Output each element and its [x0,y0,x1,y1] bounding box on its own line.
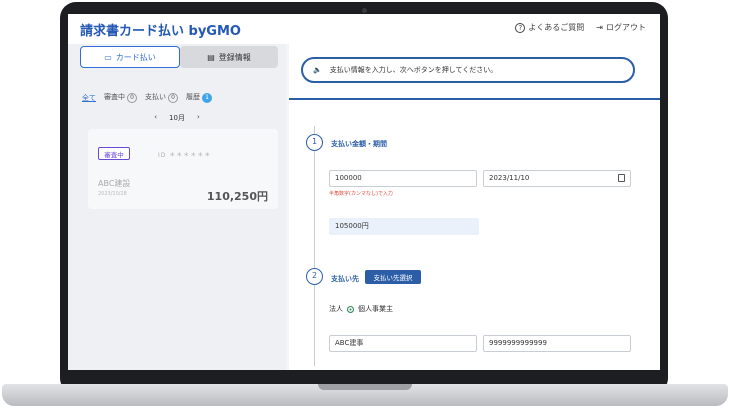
logout-icon: ⇥ [596,23,603,32]
instruction-banner: 🔈 支払い情報を入力し、次へボタンを押してください。 [301,57,635,83]
filter-payment[interactable]: 支払い 0 [145,92,178,103]
filter-review[interactable]: 審査中 0 [104,92,137,103]
camera-dot [362,8,367,13]
amount-input[interactable]: 100000 [329,170,477,187]
left-panel: ▭ カード払い ▤ 登録情報 全て 審査中 0 支払い 0 履歴 1 ‹ 10月 › [68,44,286,370]
tab-card-payment[interactable]: ▭ カード払い [80,46,180,68]
month-selector: ‹ 10月 › [68,113,286,123]
header-links: ? よくあるご質問 ⇥ ログアウト [515,22,646,33]
section-title-amount: 支払い金額・期間 [331,140,387,148]
step-number-1: 1 [306,134,323,151]
app-header: 請求書カード払い byGMO ? よくあるご質問 ⇥ ログアウト [68,14,660,44]
invoice-id: ID ＊＊＊＊＊＊ [158,152,212,159]
radio-label-sole-proprietor[interactable]: 個人事業主 [358,304,393,314]
main-panel: 🔈 支払い情報を入力し、次へボタンを押してください。 1 支払い金額・期間 10… [289,44,660,370]
clipboard-icon: ▤ [207,52,215,62]
next-month-icon[interactable]: › [197,113,200,123]
laptop-mockup: 請求書カード払い byGMO ? よくあるご質問 ⇥ ログアウト ▭ カード払い [0,0,730,412]
radio-label-corporate[interactable]: 法人 [329,304,343,314]
faq-label: よくあるご質問 [528,23,585,32]
logout-link[interactable]: ⇥ ログアウト [596,22,646,33]
corporate-number-input[interactable]: 9999999999999 [483,335,631,352]
select-payee-button[interactable]: 支払い先選択 [365,270,421,284]
amount-note: 半角数字(カンマなし)で入力 [329,191,393,197]
step-connector [314,126,315,366]
payee-name: ABC建設 [98,179,131,188]
tab-label: カード払い [115,52,156,62]
status-filters: 全て 審査中 0 支払い 0 履歴 1 [82,92,212,103]
step-number-2: 2 [306,268,323,285]
calendar-icon[interactable] [618,174,625,182]
prev-month-icon[interactable]: ‹ [154,113,157,123]
payee-type-radios: 法人 個人事業主 [329,304,393,314]
laptop-notch [318,384,412,390]
date-input[interactable]: 2023/11/10 [483,170,631,187]
payment-form: 1 支払い金額・期間 100000 半角数字(カンマなし)で入力 2023/11… [289,100,660,370]
section-title-payee: 支払い先 [331,275,359,283]
brand-title: 請求書カード払い byGMO [80,24,241,39]
total-amount-field: 105000円 [329,218,479,235]
speaker-icon: 🔈 [313,66,322,74]
logout-label: ログアウト [606,23,646,32]
date-value: 2023/11/10 [489,174,530,182]
tab-registration[interactable]: ▤ 登録情報 [180,46,278,68]
tab-bar: ▭ カード払い ▤ 登録情報 [80,46,278,68]
faq-link[interactable]: ? よくあるご質問 [515,22,584,33]
radio-button-selected[interactable] [347,305,354,313]
banner-text: 支払い情報を入力し、次へボタンを押してください。 [329,66,498,74]
status-badge: 審査中 [98,147,130,160]
banner-area: 🔈 支払い情報を入力し、次へボタンを押してください。 [289,44,660,98]
tab-label: 登録情報 [218,52,251,62]
app-screen: 請求書カード払い byGMO ? よくあるご質問 ⇥ ログアウト ▭ カード払い [68,14,660,370]
filter-all[interactable]: 全て [82,93,96,103]
month-label: 10月 [169,114,185,122]
question-icon: ? [515,22,526,33]
payee-name-input[interactable]: ABC建事 [329,335,477,352]
invoice-card[interactable]: 審査中 ID ＊＊＊＊＊＊ ABC建設 2023/10/28 110,250円 [88,129,278,209]
card-icon: ▭ [104,52,112,62]
invoice-date: 2023/10/28 [98,191,127,197]
invoice-amount: 110,250円 [206,190,268,203]
filter-history[interactable]: 履歴 1 [186,92,212,103]
